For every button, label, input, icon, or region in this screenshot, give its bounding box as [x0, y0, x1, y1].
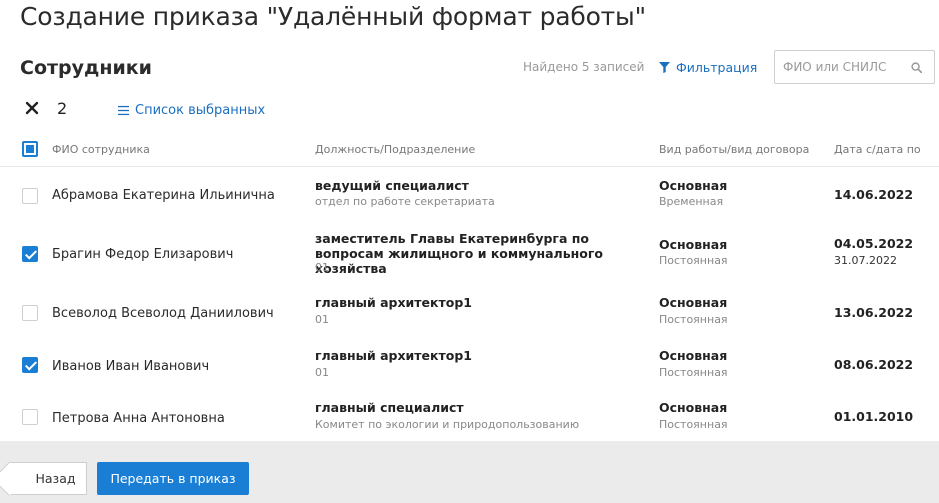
select-all-checkbox[interactable]	[22, 141, 38, 157]
selected-list-label: Список выбранных	[135, 103, 266, 118]
table-row[interactable]: Абрамова Екатерина Ильинична ведущий спе…	[0, 167, 939, 223]
department: Комитет по экологии и природопользованию	[315, 418, 580, 431]
table-row[interactable]: Брагин Федор Елизарович заместитель Глав…	[0, 223, 939, 285]
work-type: Основная	[659, 295, 728, 310]
date-from: 04.05.2022	[834, 236, 914, 251]
date-from: 01.01.2010	[834, 409, 914, 424]
table-row[interactable]: Иванов Иван Иванович главный архитектор1…	[0, 339, 939, 391]
department: 01	[315, 261, 329, 274]
position-title: заместитель Главы Екатеринбурга по вопро…	[315, 231, 603, 276]
department: 01	[315, 366, 329, 379]
position-title: главный архитектор1	[315, 348, 472, 363]
found-count: Найдено 5 записей	[523, 60, 645, 74]
row-checkbox[interactable]	[22, 246, 38, 262]
list-icon	[118, 105, 129, 116]
department: отдел по работе секретариата	[315, 195, 495, 208]
column-header-dates[interactable]: Дата с/дата по	[834, 143, 921, 156]
work-type: Основная	[659, 348, 728, 363]
filter-label: Фильтрация	[676, 60, 758, 75]
table-header: ФИО сотрудника Должность/Подразделение В…	[0, 135, 939, 167]
date-from: 14.06.2022	[834, 187, 914, 202]
work-type: Основная	[659, 178, 728, 193]
footer-bar: Назад Передать в приказ	[0, 441, 939, 503]
employee-name: Абрамова Екатерина Ильинична	[52, 188, 275, 203]
column-header-work-type[interactable]: Вид работы/вид договора	[659, 143, 809, 156]
employee-name: Иванов Иван Иванович	[52, 359, 210, 374]
position-title: главный специалист	[315, 400, 464, 415]
date-from: 13.06.2022	[834, 305, 914, 320]
date-to: 31.07.2022	[834, 254, 897, 267]
contract-type: Постоянная	[659, 418, 728, 431]
row-checkbox[interactable]	[22, 188, 38, 204]
contract-type: Постоянная	[659, 313, 728, 326]
filter-icon	[659, 62, 670, 73]
table-row[interactable]: Петрова Анна Антоновна главный специалис…	[0, 391, 939, 441]
back-button-label: Назад	[35, 471, 76, 486]
date-from: 08.06.2022	[834, 357, 914, 372]
search-input[interactable]	[775, 60, 905, 74]
contract-type: Временная	[659, 195, 724, 208]
search-icon[interactable]	[911, 62, 922, 73]
selected-count: 2	[57, 99, 68, 118]
column-header-name[interactable]: ФИО сотрудника	[52, 143, 150, 156]
table-row[interactable]: Всеволод Всеволод Даниилович главный арх…	[0, 285, 939, 339]
employee-name: Брагин Федор Елизарович	[52, 247, 234, 262]
position-title: главный архитектор1	[315, 295, 472, 310]
clear-selection-icon[interactable]	[25, 101, 39, 115]
selected-list-button[interactable]: Список выбранных	[118, 103, 265, 118]
work-type: Основная	[659, 237, 728, 252]
page-title: Создание приказа "Удалённый формат работ…	[20, 2, 646, 31]
row-checkbox[interactable]	[22, 357, 38, 373]
contract-type: Постоянная	[659, 366, 728, 379]
work-type: Основная	[659, 400, 728, 415]
submit-to-order-button[interactable]: Передать в приказ	[97, 462, 249, 495]
employee-name: Всеволод Всеволод Даниилович	[52, 306, 274, 321]
row-checkbox[interactable]	[22, 305, 38, 321]
department: 01	[315, 313, 329, 326]
position-title: ведущий специалист	[315, 178, 469, 193]
employee-name: Петрова Анна Антоновна	[52, 411, 225, 426]
row-checkbox[interactable]	[22, 409, 38, 425]
search-box[interactable]	[774, 50, 935, 84]
back-button[interactable]: Назад	[9, 462, 87, 495]
contract-type: Постоянная	[659, 254, 728, 267]
column-header-position[interactable]: Должность/Подразделение	[315, 143, 475, 156]
section-title: Сотрудники	[20, 57, 152, 79]
filter-button[interactable]: Фильтрация	[659, 60, 757, 75]
